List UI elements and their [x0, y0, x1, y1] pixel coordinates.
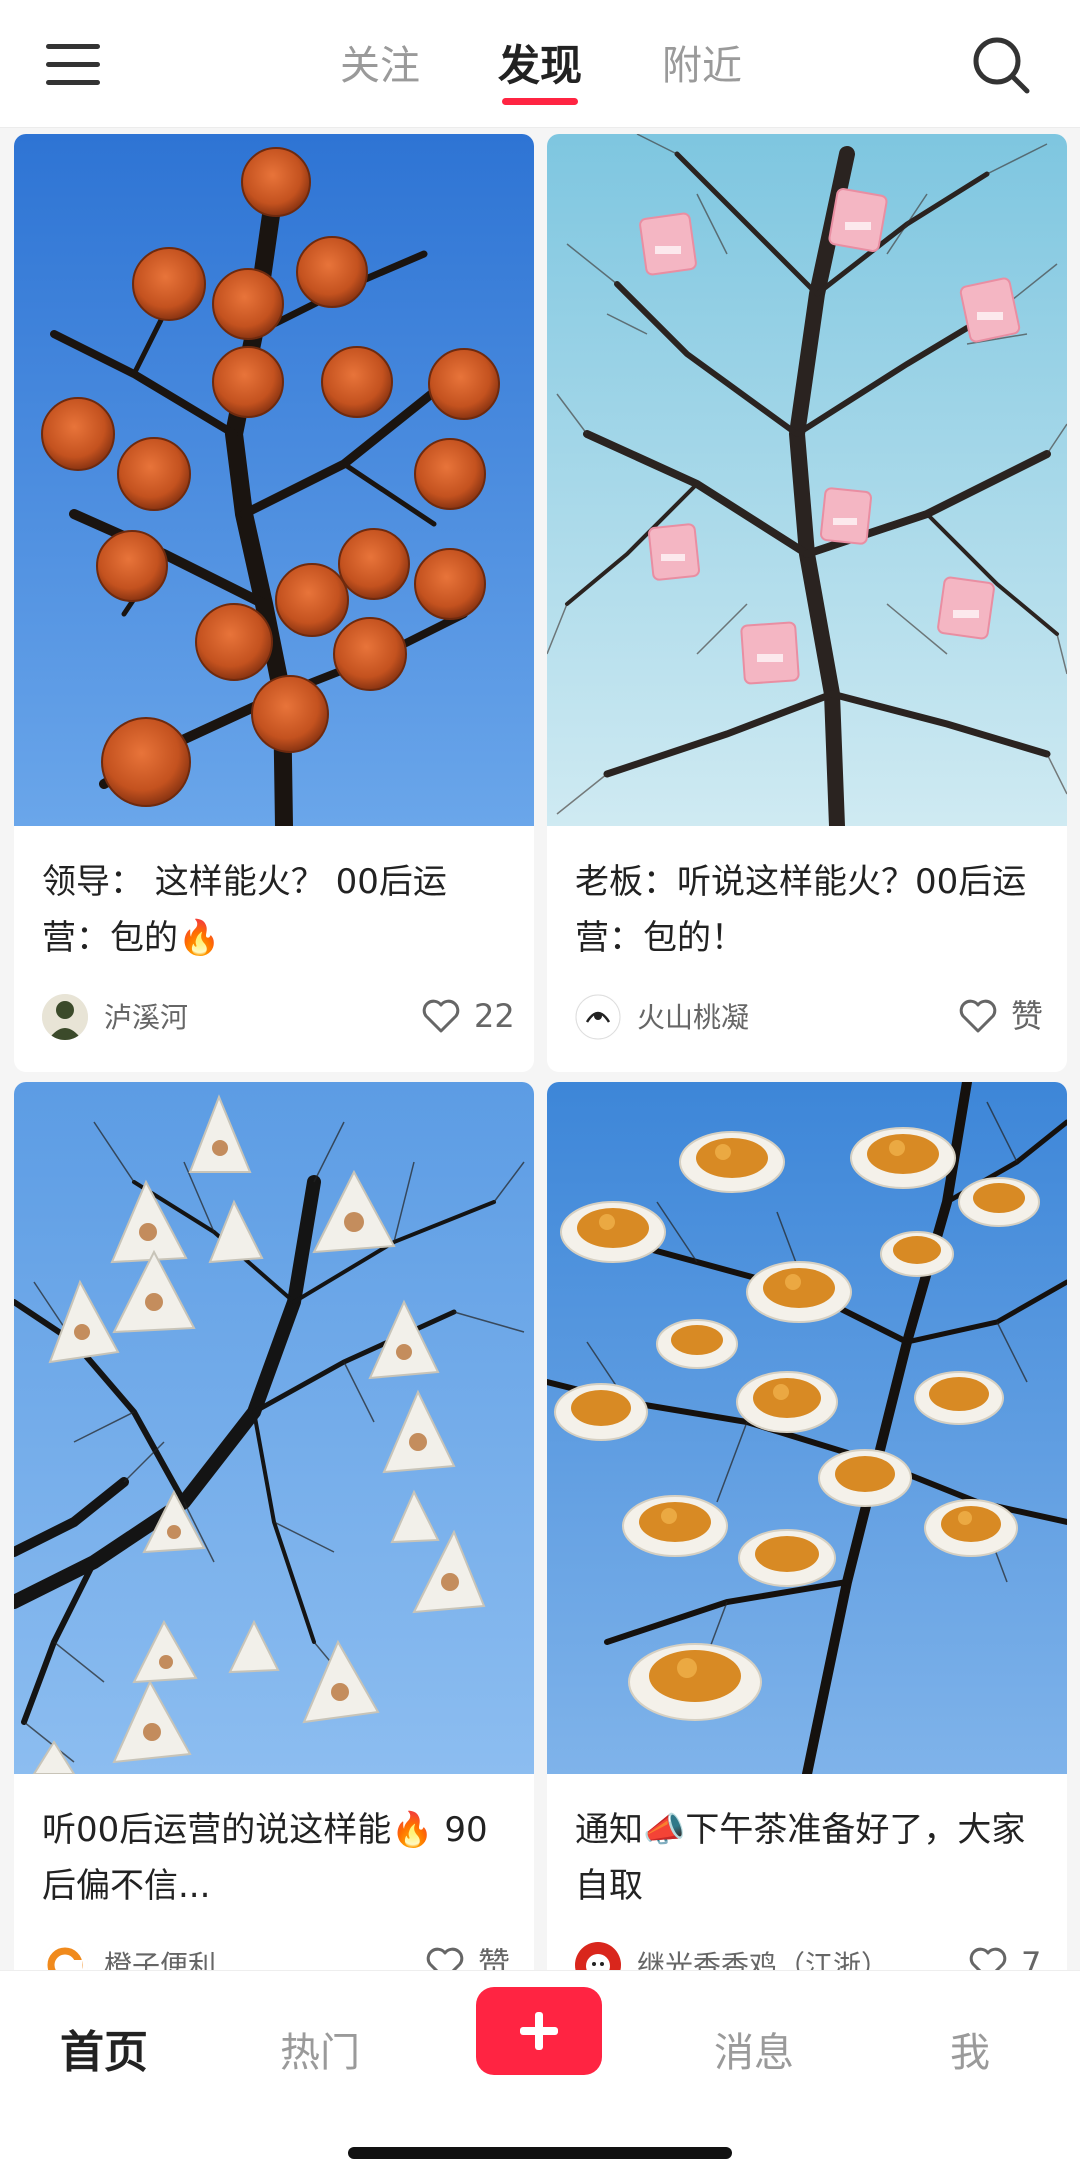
feed-card[interactable]: 听00后运营的说这样能🔥 90后偏不信... 橙子便利 赞: [14, 1082, 534, 1970]
author-name: 火山桃凝: [637, 1001, 750, 1034]
heart-icon: [426, 1947, 464, 1970]
tab-follow[interactable]: 关注: [338, 38, 422, 94]
feed-grid[interactable]: 领导： 这样能火？ 00后运营：包的🔥 泸溪河 22 老板：听说这样能火？00后…: [0, 130, 1080, 1970]
publish-plus-button[interactable]: [476, 1987, 602, 2075]
feed-card[interactable]: 通知📣下午茶准备好了，大家自取 继光香香鸡（江浙） 7: [547, 1082, 1067, 1970]
feed-card[interactable]: 领导： 这样能火？ 00后运营：包的🔥 泸溪河 22: [14, 134, 534, 1072]
heart-icon: [422, 999, 460, 1033]
like-button[interactable]: 赞: [426, 1942, 512, 1970]
post-image[interactable]: [14, 134, 534, 826]
author-name: 泸溪河: [104, 1001, 189, 1034]
post-image[interactable]: [547, 1082, 1067, 1774]
bottom-nav: 首页 热门 消息 我: [0, 1970, 1080, 2182]
top-bar: 关注 发现 附近: [0, 0, 1080, 128]
post-image[interactable]: [14, 1082, 534, 1774]
author-name: 继光香香鸡（江浙）: [637, 1949, 890, 1970]
avatar[interactable]: [42, 1942, 88, 1970]
like-button[interactable]: 22: [422, 994, 515, 1038]
author-name: 橙子便利: [104, 1949, 217, 1970]
like-button[interactable]: 赞: [959, 994, 1045, 1038]
post-author[interactable]: 火山桃凝 赞: [575, 992, 1045, 1044]
nav-messages[interactable]: 消息: [714, 2025, 794, 2081]
top-tabs: 关注 发现 附近: [0, 0, 1080, 128]
post-title[interactable]: 通知📣下午茶准备好了，大家自取: [575, 1802, 1045, 1914]
home-indicator: [348, 2147, 732, 2159]
like-count: 赞: [478, 1945, 511, 1970]
avatar[interactable]: [42, 994, 88, 1040]
active-tab-indicator: [502, 98, 578, 105]
feed-card[interactable]: 老板：听说这样能火？00后运营：包的！ 火山桃凝 赞: [547, 134, 1067, 1072]
avatar[interactable]: [575, 1942, 621, 1970]
like-count: 22: [474, 997, 515, 1035]
nav-me[interactable]: 我: [950, 2025, 990, 2081]
heart-icon: [969, 1947, 1007, 1970]
nav-hot[interactable]: 热门: [280, 2025, 360, 2081]
post-image[interactable]: [547, 134, 1067, 826]
nav-home[interactable]: 首页: [60, 2025, 148, 2081]
search-icon[interactable]: [970, 34, 1032, 96]
like-button[interactable]: 7: [969, 1942, 1045, 1970]
like-count: 赞: [1011, 997, 1044, 1035]
tab-discover[interactable]: 发现: [496, 38, 584, 94]
post-author[interactable]: 继光香香鸡（江浙） 7: [575, 1940, 1045, 1970]
post-title[interactable]: 听00后运营的说这样能🔥 90后偏不信...: [42, 1802, 512, 1914]
post-title[interactable]: 老板：听说这样能火？00后运营：包的！: [575, 854, 1045, 966]
tab-nearby[interactable]: 附近: [660, 38, 744, 94]
heart-icon: [959, 999, 997, 1033]
avatar[interactable]: [575, 994, 621, 1040]
post-author[interactable]: 橙子便利 赞: [42, 1940, 512, 1970]
post-title[interactable]: 领导： 这样能火？ 00后运营：包的🔥: [42, 854, 512, 966]
post-author[interactable]: 泸溪河 22: [42, 992, 515, 1044]
like-count: 7: [1021, 1945, 1042, 1970]
